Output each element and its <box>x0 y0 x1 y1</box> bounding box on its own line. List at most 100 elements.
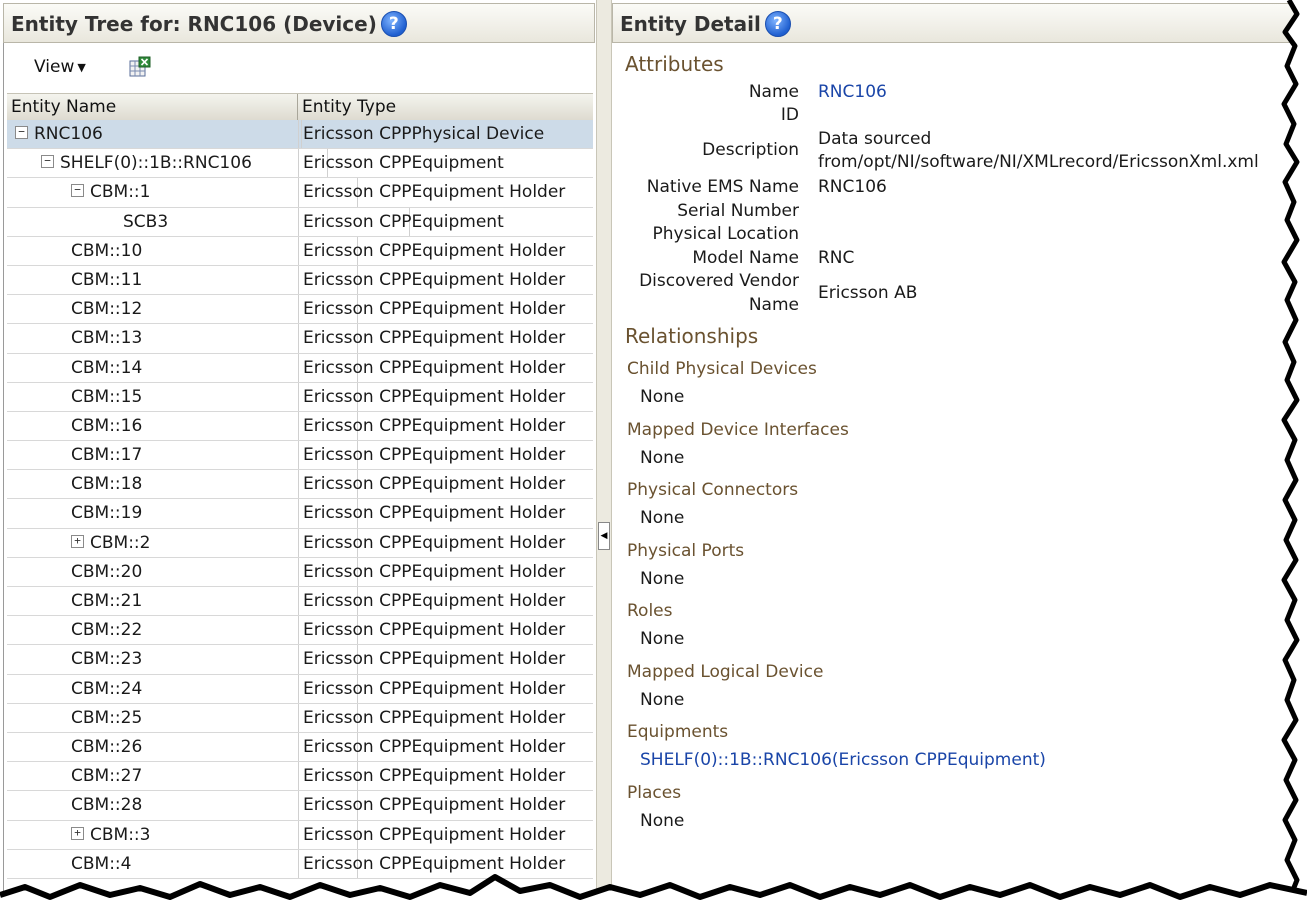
native-ems-name-label: Native EMS Name <box>646 177 799 197</box>
model-name-value: RNC <box>818 248 855 268</box>
tree-row[interactable]: CBM::10 Ericsson CPPEquipment Holder <box>7 236 593 266</box>
collapse-icon[interactable]: − <box>71 184 84 198</box>
entity-name: CBM::20 <box>71 561 143 582</box>
native-ems-name-value: RNC106 <box>818 177 887 197</box>
tree-rows: − RNC106 Ericsson CPPPhysical Device − SHELF… <box>7 120 593 879</box>
attributes-title: Attributes <box>625 52 724 76</box>
tree-row[interactable]: CBM::20 Ericsson CPPEquipment Holder <box>7 557 593 587</box>
panel-splitter[interactable] <box>596 0 612 913</box>
relationship-value: None <box>640 689 685 710</box>
relationship-title: Physical Ports <box>627 540 745 561</box>
entity-type-cell: Ericsson CPPEquipment Holder <box>298 674 588 703</box>
entity-type-cell: Ericsson CPPEquipment Holder <box>298 587 588 616</box>
entity-type-cell: Ericsson CPPEquipment Holder <box>298 295 588 324</box>
relationship-title: Mapped Device Interfaces <box>627 419 849 440</box>
entity-type-cell: Ericsson CPPEquipment <box>298 149 588 178</box>
entity-name: CBM::23 <box>71 649 143 670</box>
tree-row[interactable]: CBM::15 Ericsson CPPEquipment Holder <box>7 382 593 412</box>
entity-name: CBM::25 <box>71 707 143 728</box>
tree-row[interactable]: CBM::16 Ericsson CPPEquipment Holder <box>7 411 593 442</box>
entity-name: CBM::27 <box>71 766 143 787</box>
relationship-value: None <box>640 629 685 649</box>
view-menu[interactable]: View ▼ <box>34 57 86 77</box>
relationship-title: Physical Connectors <box>627 480 799 500</box>
entity-type-cell: Ericsson CPPEquipment <box>298 207 588 236</box>
tree-row[interactable]: CBM::14 Ericsson CPPEquipment Holder <box>7 353 593 383</box>
tree-row[interactable]: CBM::12 Ericsson CPPEquipment Holder <box>7 295 593 325</box>
column-header-entity-name[interactable]: Entity Name <box>7 94 298 120</box>
entity-type-cell: Ericsson CPPEquipment Holder <box>298 528 588 557</box>
relationship-value: None <box>640 508 685 528</box>
expand-icon[interactable]: + <box>71 534 84 548</box>
help-icon[interactable]: ? <box>764 11 791 37</box>
tree-row[interactable]: CBM::17 Ericsson CPPEquipment Holder <box>7 441 593 471</box>
entity-name: CBM::4 <box>71 853 132 874</box>
help-icon[interactable]: ? <box>380 11 407 37</box>
tree-row[interactable]: CBM::27 Ericsson CPPEquipment Holder <box>7 762 593 792</box>
serial-number-label: Serial Number <box>677 201 799 221</box>
tree-row[interactable]: + CBM::2 Ericsson CPPEquipment Holder <box>7 528 593 558</box>
column-header-entity-type[interactable]: Entity Type <box>298 94 582 120</box>
entity-type-cell: Ericsson CPPEquipment Holder <box>298 820 588 849</box>
name-value[interactable]: RNC106 <box>818 81 887 103</box>
tree-row[interactable]: − CBM::1 Ericsson CPPEquipment Holder <box>7 178 593 208</box>
entity-type-cell: Ericsson CPPEquipment Holder <box>298 791 588 820</box>
torn-edge-bottom <box>0 874 1307 913</box>
entity-type-cell: Ericsson CPPEquipment Holder <box>298 236 588 265</box>
description-label: Description <box>702 140 799 160</box>
tree-row[interactable]: + CBM::3 Ericsson CPPEquipment Holder <box>7 820 593 850</box>
tree-row[interactable]: CBM::24 Ericsson CPPEquipment Holder <box>7 674 593 704</box>
entity-type-cell: Ericsson CPPEquipment Holder <box>298 265 588 295</box>
entity-name: CBM::19 <box>71 503 143 524</box>
entity-type-cell: Ericsson CPPPhysical Device <box>298 120 588 149</box>
relationship-title: Places <box>627 782 682 803</box>
tree-row[interactable]: CBM::22 Ericsson CPPEquipment Holder <box>7 616 593 646</box>
tree-row[interactable]: CBM::11 Ericsson CPPEquipment Holder <box>7 265 593 296</box>
entity-type-cell: Ericsson CPPEquipment Holder <box>298 441 588 470</box>
view-menu-label: View <box>34 57 75 77</box>
entity-type-cell: Ericsson CPPEquipment Holder <box>298 382 588 411</box>
tree-row[interactable]: CBM::21 Ericsson CPPEquipment Holder <box>7 587 593 617</box>
relationship-value: None <box>640 447 685 468</box>
entity-type-cell: Ericsson CPPEquipment Holder <box>298 616 588 645</box>
entity-tree-panel: View ▼ Entity Name Entity Type − RNC106 Eri… <box>3 43 597 893</box>
relationship-link[interactable]: SHELF(0)::1B::RNC106(Ericsson CPPEquipme… <box>640 750 1046 770</box>
tree-column-header: Entity Name Entity Type <box>7 93 593 121</box>
relationship-value: None <box>640 568 685 589</box>
discovered-vendor-value: Ericsson AB <box>818 283 918 303</box>
description-value-line2: from/opt/NI/software/NI/XMLrecord/Ericss… <box>818 152 1259 172</box>
tree-row[interactable]: SCB3 Ericsson CPPEquipment <box>7 207 593 237</box>
entity-type-cell: Ericsson CPPEquipment Holder <box>298 645 588 674</box>
entity-name: CBM::21 <box>71 591 143 611</box>
id-label: ID <box>780 105 799 125</box>
tree-row[interactable]: CBM::19 Ericsson CPPEquipment Holder <box>7 499 593 529</box>
name-label: Name <box>748 82 799 102</box>
entity-type-cell: Ericsson CPPEquipment Holder <box>298 411 588 441</box>
tree-row[interactable]: CBM::13 Ericsson CPPEquipment Holder <box>7 324 593 354</box>
entity-name: CBM::22 <box>71 620 143 641</box>
chevron-down-icon: ▼ <box>77 60 86 74</box>
entity-type-cell: Ericsson CPPEquipment Holder <box>298 178 588 207</box>
physical-location-label: Physical Location <box>652 224 799 244</box>
relationships-title: Relationships <box>625 324 759 348</box>
entity-type-cell: Ericsson CPPEquipment Holder <box>298 557 588 586</box>
entity-detail-title: Entity Detail <box>620 12 761 36</box>
export-to-excel-icon[interactable] <box>129 56 151 78</box>
entity-type-cell: Ericsson CPPEquipment Holder <box>298 324 588 353</box>
tree-row[interactable]: CBM::28 Ericsson CPPEquipment Holder <box>7 791 593 821</box>
model-name-label: Model Name <box>692 248 799 268</box>
collapse-icon[interactable]: − <box>15 126 28 139</box>
entity-name: CBM::10 <box>71 240 143 261</box>
expand-icon[interactable]: + <box>71 826 84 840</box>
entity-tree-title: Entity Tree for: RNC106 (Device) <box>11 12 377 36</box>
tree-row[interactable]: CBM::26 Ericsson CPPEquipment Holder <box>7 732 593 763</box>
tree-row[interactable]: CBM::18 Ericsson CPPEquipment Holder <box>7 470 593 500</box>
collapse-left-icon[interactable]: ◀ <box>598 522 610 550</box>
relationship-value: None <box>640 387 685 407</box>
entity-name: CBM::2 <box>90 532 151 553</box>
tree-row[interactable]: CBM::23 Ericsson CPPEquipment Holder <box>7 645 593 675</box>
tree-row[interactable]: − RNC106 Ericsson CPPPhysical Device <box>7 120 593 150</box>
tree-row[interactable]: − SHELF(0)::1B::RNC106 Ericsson CPPEquipme… <box>7 149 593 179</box>
tree-row[interactable]: CBM::25 Ericsson CPPEquipment Holder <box>7 703 593 733</box>
collapse-icon[interactable]: − <box>41 155 54 169</box>
